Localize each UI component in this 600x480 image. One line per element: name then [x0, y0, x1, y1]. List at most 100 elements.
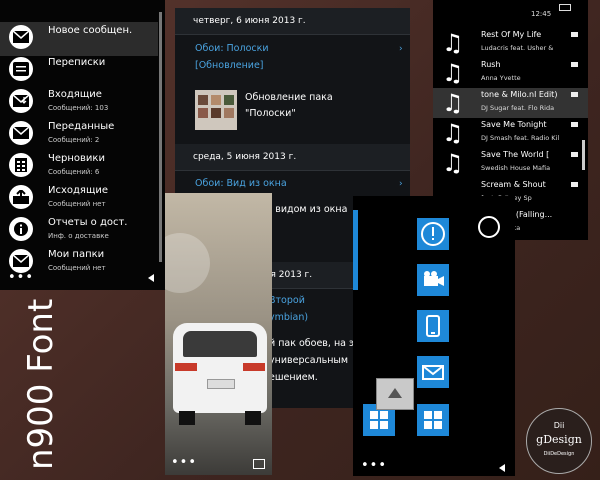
- track-title: tone & Milo.nl Edit): [481, 90, 558, 99]
- menu-item-sent[interactable]: Переданные Сообщений: 2: [0, 118, 158, 152]
- track-indicator-icon: [571, 32, 578, 37]
- track-title: Scream & Shout: [481, 180, 546, 189]
- music-note-icon: ♫: [442, 59, 464, 87]
- logo-text: gDesign: [536, 433, 582, 446]
- launcher-panel: •••: [353, 196, 515, 476]
- scrollbar[interactable]: [582, 140, 585, 170]
- entry-link-window-view[interactable]: Обои: Вид из окна: [195, 178, 287, 189]
- grid-icon: [424, 411, 442, 429]
- chevron-right-icon[interactable]: ›: [399, 179, 403, 189]
- day-header: четверг, 6 июня 2013 г.: [175, 8, 410, 35]
- music-note-icon: ♫: [442, 29, 464, 57]
- menu-item-title: Переданные: [48, 121, 115, 132]
- day-header-label: ая 2013 г.: [265, 270, 313, 280]
- entry-text: ешением.: [269, 372, 318, 383]
- entry-text: универсальным: [269, 355, 349, 366]
- license-plate: [207, 379, 235, 389]
- track-title: Save Me Tonight: [481, 120, 547, 129]
- menu-item-subtitle: Инф. о доставке: [48, 232, 109, 240]
- track-row[interactable]: ♫ Rush Anna Yvette: [433, 58, 588, 88]
- car-wheel: [179, 411, 195, 425]
- menu-item-subtitle: Сообщений: 6: [48, 168, 100, 176]
- track-indicator-icon: [571, 122, 578, 127]
- exit-icon[interactable]: [478, 216, 500, 238]
- battery-icon: [559, 4, 571, 11]
- car-window: [183, 331, 257, 357]
- alert-icon: [421, 222, 445, 246]
- more-options-button[interactable]: •••: [8, 270, 34, 285]
- envelope-icon: [422, 365, 444, 380]
- track-title: Rush: [481, 60, 501, 69]
- wallpaper-preview-panel[interactable]: •••: [165, 193, 272, 475]
- logo-text: Dii: [553, 421, 565, 430]
- music-note-icon: ♫: [442, 89, 464, 117]
- music-note-icon: ♫: [442, 149, 464, 177]
- track-row-selected[interactable]: ♫ tone & Milo.nl Edit) DJ Sugar feat. Flo …: [433, 88, 588, 118]
- inbox-icon: [9, 89, 33, 113]
- accent-strip: [353, 210, 358, 290]
- menu-item-title: Переписки: [48, 57, 106, 68]
- entry-text: с видом из окна: [267, 204, 348, 215]
- track-artist: DJ Smash feat. Radio Kil: [481, 134, 560, 142]
- conversations-icon: [9, 57, 33, 81]
- car-taillight: [175, 363, 197, 371]
- entry-link-update[interactable]: [Обновление]: [195, 60, 264, 71]
- entry-link-symbian[interactable]: ymbian): [269, 312, 308, 323]
- menu-item-title: Входящие: [48, 89, 102, 100]
- video-camera-icon: [424, 271, 444, 286]
- alert-tile[interactable]: [417, 218, 449, 250]
- brand-logo: Dii gDesign DiiDeDesign: [526, 408, 592, 474]
- apps-tile[interactable]: [417, 404, 449, 436]
- track-row[interactable]: ♫ Rest Of My Life Ludacris feat. Usher &: [433, 28, 588, 58]
- more-options-button[interactable]: •••: [171, 455, 197, 470]
- track-artist: Ludacris feat. Usher &: [481, 44, 554, 52]
- menu-item-subtitle: Сообщений: 2: [48, 136, 100, 144]
- info-icon: [9, 217, 33, 241]
- track-row[interactable]: ♫ Save Me Tonight DJ Smash feat. Radio Kil: [433, 118, 588, 148]
- scroll-up-button[interactable]: [376, 378, 414, 410]
- menu-item-outbox[interactable]: Исходящие Сообщений нет: [0, 182, 158, 216]
- drafts-icon: [9, 153, 33, 177]
- back-arrow-icon[interactable]: [499, 464, 505, 472]
- wallpaper-thumbnail[interactable]: [195, 90, 237, 130]
- track-indicator-icon: [571, 152, 578, 157]
- logo-text: DiiDeDesign: [543, 451, 575, 457]
- scrollbar[interactable]: [159, 12, 162, 262]
- track-indicator-icon: [571, 92, 578, 97]
- menu-item-title: Мои папки: [48, 249, 105, 260]
- entry-link-stripes[interactable]: Обои: Полоски: [195, 43, 269, 54]
- car-taillight: [243, 363, 265, 371]
- menu-item-subtitle: Сообщений нет: [48, 200, 106, 208]
- entry-link-second[interactable]: Второй: [269, 295, 305, 306]
- menu-item-new-message[interactable]: Новое сообщен.: [0, 22, 158, 56]
- menu-item-inbox[interactable]: Входящие Сообщений: 103: [0, 86, 158, 120]
- brand-text: n900 Font: [21, 299, 61, 470]
- update-title: Обновление пака: [245, 92, 333, 103]
- menu-item-delivery-reports[interactable]: Отчеты о дост. Инф. о доставке: [0, 214, 158, 248]
- back-arrow-icon[interactable]: [148, 274, 154, 282]
- mobile-phone-icon: [426, 315, 440, 337]
- track-title: Save The World [: [481, 150, 550, 159]
- menu-item-subtitle: Сообщений нет: [48, 264, 106, 272]
- grid-icon[interactable]: [253, 459, 265, 469]
- messages-tile[interactable]: [417, 356, 449, 388]
- day-header-label: четверг, 6 июня 2013 г.: [193, 16, 306, 26]
- menu-item-drafts[interactable]: Черновики Сообщений: 6: [0, 150, 158, 184]
- track-indicator-icon: [571, 62, 578, 67]
- menu-item-conversations[interactable]: Переписки: [0, 54, 158, 88]
- new-message-icon: [9, 25, 33, 49]
- menu-item-title: Новое сообщен.: [48, 25, 133, 36]
- track-artist: Anna Yvette: [481, 74, 521, 82]
- chevron-right-icon[interactable]: ›: [399, 44, 403, 54]
- track-row[interactable]: ♫ Save The World [ Swedish House Mafia: [433, 148, 588, 178]
- outbox-icon: [9, 185, 33, 209]
- phone-tile[interactable]: [417, 310, 449, 342]
- track-title: Rest Of My Life: [481, 30, 542, 39]
- day-header: среда, 5 июня 2013 г.: [175, 144, 410, 171]
- video-tile[interactable]: [417, 264, 449, 296]
- menu-item-title: Черновики: [48, 153, 105, 164]
- music-note-icon: ♫: [442, 119, 464, 147]
- track-artist: Swedish House Mafia: [481, 164, 551, 172]
- svg-text:n900 Font: n900 Font: [21, 299, 61, 470]
- more-options-button[interactable]: •••: [361, 458, 387, 473]
